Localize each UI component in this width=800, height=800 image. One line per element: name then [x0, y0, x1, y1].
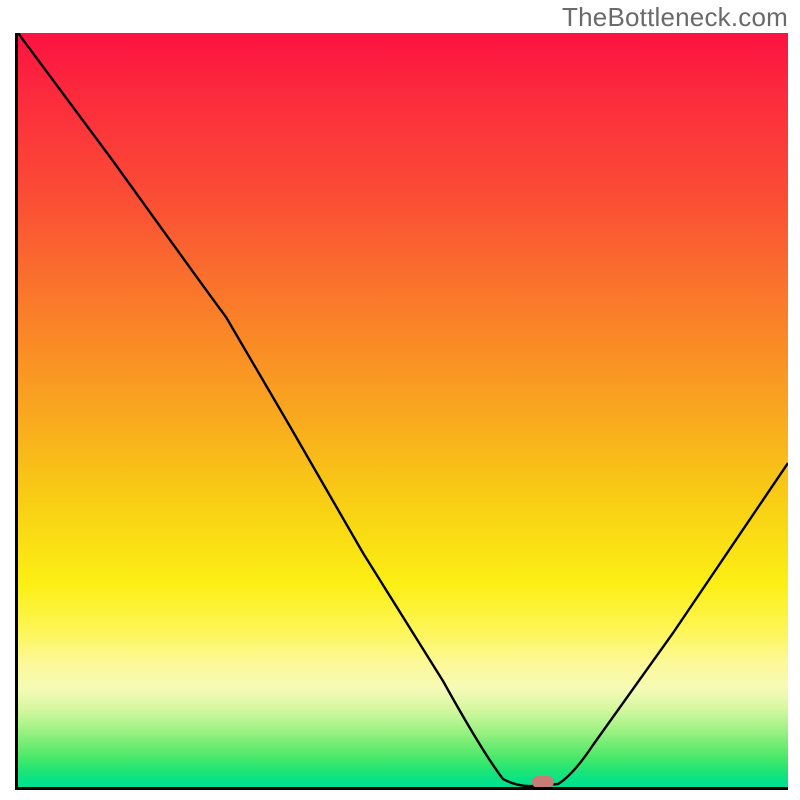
curve-svg — [18, 33, 788, 787]
watermark-text: TheBottleneck.com — [562, 2, 788, 33]
marker-pill — [532, 776, 554, 788]
chart-stage: TheBottleneck.com — [0, 0, 800, 800]
plot-area — [15, 33, 788, 790]
bottleneck-curve — [18, 33, 788, 786]
